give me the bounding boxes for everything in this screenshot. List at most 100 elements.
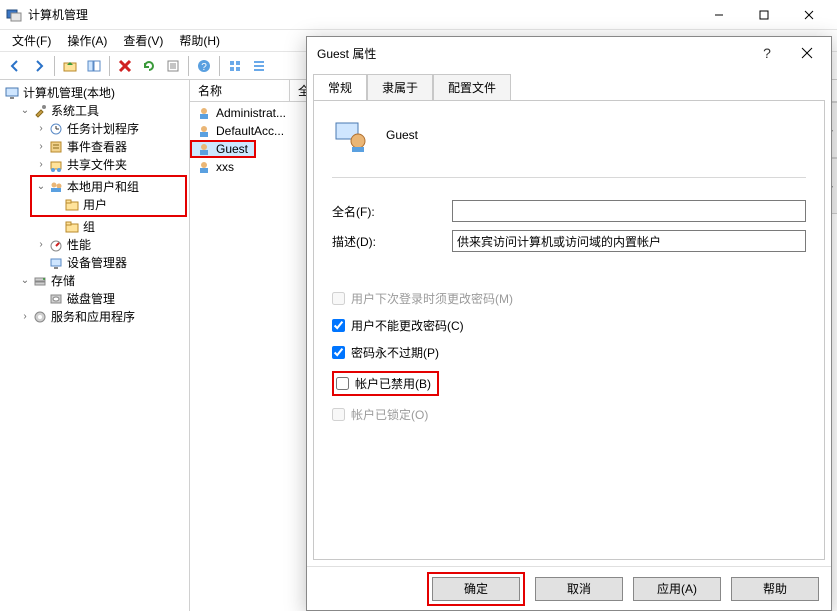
expand-icon[interactable]: › bbox=[34, 120, 48, 138]
tab-member-of[interactable]: 隶属于 bbox=[367, 74, 433, 101]
tree-system-tools-label: 系统工具 bbox=[51, 102, 99, 120]
tab-profile[interactable]: 配置文件 bbox=[433, 74, 511, 101]
expand-icon[interactable]: › bbox=[34, 156, 48, 174]
column-name[interactable]: 名称 bbox=[190, 80, 290, 101]
device-icon bbox=[48, 255, 64, 271]
fullname-input[interactable] bbox=[452, 200, 806, 222]
properties-button[interactable] bbox=[162, 55, 184, 77]
tab-general[interactable]: 常规 bbox=[313, 74, 367, 101]
menu-help[interactable]: 帮助(H) bbox=[171, 30, 228, 51]
tree-performance[interactable]: › 性能 bbox=[2, 236, 189, 254]
tree-local-users-groups[interactable]: ⌄ 本地用户和组 bbox=[34, 178, 183, 196]
dialog-title: Guest 属性 bbox=[317, 45, 747, 62]
event-icon bbox=[48, 139, 64, 155]
list-item-label: xxs bbox=[216, 160, 234, 174]
expand-icon[interactable]: › bbox=[34, 236, 48, 254]
user-icon bbox=[196, 159, 212, 175]
tree-device-manager[interactable]: 设备管理器 bbox=[2, 254, 189, 272]
tree-services-apps-label: 服务和应用程序 bbox=[51, 308, 135, 326]
window-title: 计算机管理 bbox=[28, 6, 696, 23]
titlebar: 计算机管理 bbox=[0, 0, 837, 30]
computer-icon bbox=[4, 85, 20, 101]
collapse-icon[interactable]: ⌄ bbox=[18, 272, 32, 290]
tree-users-label: 用户 bbox=[83, 196, 107, 214]
checkbox-label: 密码永不过期(P) bbox=[351, 344, 439, 361]
gear-icon bbox=[32, 309, 48, 325]
ok-button[interactable]: 确定 bbox=[432, 577, 520, 601]
maximize-button[interactable] bbox=[741, 0, 786, 30]
user-icon bbox=[196, 141, 212, 157]
tree-groups[interactable]: 组 bbox=[2, 218, 189, 236]
checkbox-input[interactable] bbox=[332, 319, 345, 332]
delete-button[interactable] bbox=[114, 55, 136, 77]
checkbox-input[interactable] bbox=[336, 377, 349, 390]
description-label: 描述(D): bbox=[332, 233, 442, 250]
tree-storage-label: 存储 bbox=[51, 272, 75, 290]
tree-services-apps[interactable]: › 服务和应用程序 bbox=[2, 308, 189, 326]
dialog-button-bar: 确定 取消 应用(A) 帮助 bbox=[307, 566, 831, 610]
back-button[interactable] bbox=[4, 55, 26, 77]
menu-file[interactable]: 文件(F) bbox=[4, 30, 59, 51]
checkbox-account-disabled[interactable]: 帐户已禁用(B) bbox=[336, 375, 431, 392]
user-icon bbox=[196, 105, 212, 121]
checkbox-input[interactable] bbox=[332, 346, 345, 359]
tree-groups-label: 组 bbox=[83, 218, 95, 236]
app-icon bbox=[6, 7, 22, 23]
apply-button[interactable]: 应用(A) bbox=[633, 577, 721, 601]
disk-icon bbox=[48, 291, 64, 307]
menu-action[interactable]: 操作(A) bbox=[59, 30, 115, 51]
tree-shared-folders[interactable]: › 共享文件夹 bbox=[2, 156, 189, 174]
close-button[interactable] bbox=[786, 0, 831, 30]
share-icon bbox=[48, 157, 64, 173]
list-item-label: DefaultAcc... bbox=[216, 124, 284, 138]
tree-performance-label: 性能 bbox=[67, 236, 91, 254]
users-group-icon bbox=[48, 179, 64, 195]
checkbox-label: 帐户已锁定(O) bbox=[351, 406, 428, 423]
checkbox-account-locked: 帐户已锁定(O) bbox=[332, 406, 806, 423]
collapse-icon[interactable]: ⌄ bbox=[34, 178, 48, 196]
show-hide-tree-button[interactable] bbox=[83, 55, 105, 77]
expand-icon[interactable]: › bbox=[18, 308, 32, 326]
collapse-icon[interactable]: ⌄ bbox=[18, 102, 32, 120]
checkbox-never-expire[interactable]: 密码永不过期(P) bbox=[332, 344, 806, 361]
checkbox-must-change-password: 用户下次登录时须更改密码(M) bbox=[332, 290, 806, 307]
highlight-ok-button: 确定 bbox=[427, 572, 525, 606]
cancel-button[interactable]: 取消 bbox=[535, 577, 623, 601]
view-details-button[interactable] bbox=[248, 55, 270, 77]
svg-text:?: ? bbox=[201, 62, 207, 73]
tree-local-users-groups-label: 本地用户和组 bbox=[67, 178, 139, 196]
menu-view[interactable]: 查看(V) bbox=[115, 30, 171, 51]
properties-dialog: Guest 属性 ? 常规 隶属于 配置文件 Guest 全名(F): 描述(D… bbox=[306, 36, 832, 611]
dialog-titlebar: Guest 属性 ? bbox=[307, 37, 831, 69]
dialog-tabs: 常规 隶属于 配置文件 bbox=[307, 69, 831, 100]
dialog-close-button[interactable] bbox=[787, 39, 827, 67]
tree-users[interactable]: 用户 bbox=[34, 196, 183, 214]
expand-icon[interactable]: › bbox=[34, 138, 48, 156]
tools-icon bbox=[32, 103, 48, 119]
help-button[interactable]: 帮助 bbox=[731, 577, 819, 601]
fullname-label: 全名(F): bbox=[332, 203, 442, 220]
help-button[interactable]: ? bbox=[193, 55, 215, 77]
folder-up-button[interactable] bbox=[59, 55, 81, 77]
tree-root[interactable]: 计算机管理(本地) bbox=[2, 84, 189, 102]
description-input[interactable] bbox=[452, 230, 806, 252]
minimize-button[interactable] bbox=[696, 0, 741, 30]
clock-icon bbox=[48, 121, 64, 137]
tree-storage[interactable]: ⌄ 存储 bbox=[2, 272, 189, 290]
checkbox-label: 用户下次登录时须更改密码(M) bbox=[351, 290, 513, 307]
refresh-button[interactable] bbox=[138, 55, 160, 77]
checkbox-cannot-change-password[interactable]: 用户不能更改密码(C) bbox=[332, 317, 806, 334]
context-help-button[interactable]: ? bbox=[747, 39, 787, 67]
tree-event-viewer[interactable]: › 事件查看器 bbox=[2, 138, 189, 156]
tab-page-general: Guest 全名(F): 描述(D): 用户下次登录时须更改密码(M) 用户不能… bbox=[313, 100, 825, 560]
forward-button[interactable] bbox=[28, 55, 50, 77]
folder-icon bbox=[64, 219, 80, 235]
tree-event-viewer-label: 事件查看器 bbox=[67, 138, 127, 156]
tree-task-scheduler-label: 任务计划程序 bbox=[67, 120, 139, 138]
tree-task-scheduler[interactable]: › 任务计划程序 bbox=[2, 120, 189, 138]
tree-disk-mgmt[interactable]: 磁盘管理 bbox=[2, 290, 189, 308]
view-list-button[interactable] bbox=[224, 55, 246, 77]
list-item-guest[interactable]: Guest bbox=[190, 140, 256, 158]
tree-shared-folders-label: 共享文件夹 bbox=[67, 156, 127, 174]
tree-system-tools[interactable]: ⌄ 系统工具 bbox=[2, 102, 189, 120]
